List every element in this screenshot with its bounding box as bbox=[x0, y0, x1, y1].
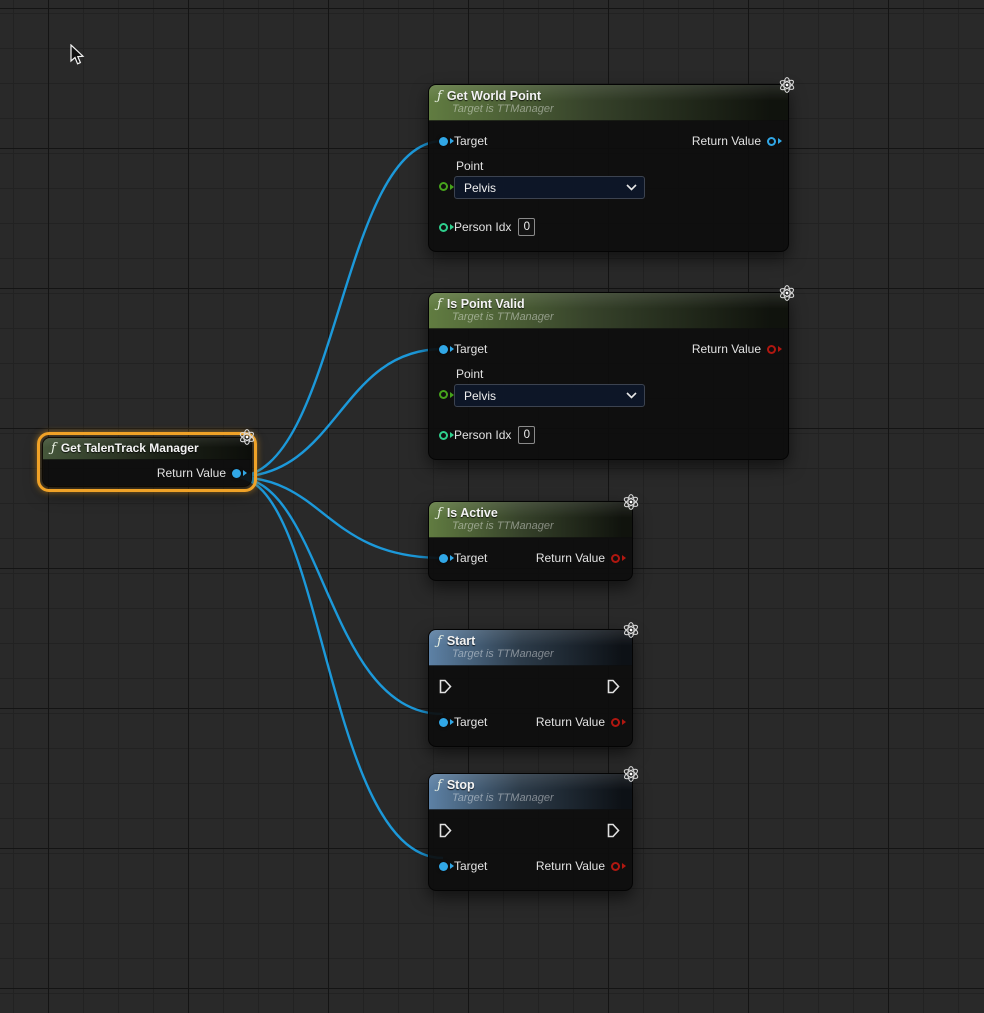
person-idx-input[interactable]: 0 bbox=[518, 218, 535, 236]
node-subtitle: Target is TTManager bbox=[452, 103, 780, 115]
node-header[interactable]: ƒ Is Point Valid Target is TTManager bbox=[429, 293, 788, 329]
node-header[interactable]: ƒ Get World Point Target is TTManager bbox=[429, 85, 788, 121]
pin-label: Target bbox=[454, 551, 487, 565]
point-dropdown[interactable]: Pelvis bbox=[454, 176, 645, 199]
dropdown-value: Pelvis bbox=[464, 181, 496, 195]
pin-label: Return Value bbox=[692, 134, 761, 148]
node-stop[interactable]: ƒ Stop Target is TTManager Target bbox=[428, 773, 633, 891]
node-subtitle: Target is TTManager bbox=[452, 311, 780, 323]
target-pin[interactable] bbox=[439, 137, 448, 146]
point-pin[interactable] bbox=[439, 390, 448, 399]
target-pin[interactable] bbox=[439, 345, 448, 354]
function-icon: ƒ bbox=[437, 779, 442, 792]
reflection-sphere-icon bbox=[622, 493, 640, 511]
function-icon: ƒ bbox=[51, 442, 56, 455]
point-dropdown[interactable]: Pelvis bbox=[454, 384, 645, 407]
node-title: Get TalenTrack Manager bbox=[61, 441, 199, 455]
node-subtitle: Target is TTManager bbox=[452, 520, 624, 532]
reflection-sphere-icon bbox=[778, 284, 796, 302]
node-is-active[interactable]: ƒ Is Active Target is TTManager Target R… bbox=[428, 501, 633, 581]
pin-label: Return Value bbox=[536, 715, 605, 729]
function-icon: ƒ bbox=[437, 298, 442, 311]
node-title: Is Active bbox=[447, 506, 498, 520]
node-header[interactable]: ƒ Is Active Target is TTManager bbox=[429, 502, 632, 538]
exec-in-pin[interactable] bbox=[439, 823, 452, 838]
function-icon: ƒ bbox=[437, 90, 442, 103]
node-header[interactable]: ƒ Start Target is TTManager bbox=[429, 630, 632, 666]
dropdown-value: Pelvis bbox=[464, 389, 496, 403]
node-header[interactable]: ƒ Get TalenTrack Manager bbox=[43, 438, 251, 460]
pin-label: Target bbox=[454, 715, 487, 729]
pin-label: Return Value bbox=[157, 466, 226, 480]
pin-label: Person Idx bbox=[454, 220, 511, 234]
pin-label: Point bbox=[456, 159, 645, 173]
reflection-sphere-icon bbox=[238, 428, 256, 446]
return-value-pin[interactable] bbox=[767, 345, 776, 354]
node-start[interactable]: ƒ Start Target is TTManager Target bbox=[428, 629, 633, 747]
person-idx-pin[interactable] bbox=[439, 223, 448, 232]
pin-label: Target bbox=[454, 859, 487, 873]
wire[interactable] bbox=[235, 477, 443, 714]
pin-label: Person Idx bbox=[454, 428, 511, 442]
wire[interactable] bbox=[235, 141, 443, 477]
point-pin[interactable] bbox=[439, 182, 448, 191]
node-is-point-valid[interactable]: ƒ Is Point Valid Target is TTManager Tar… bbox=[428, 292, 789, 460]
exec-in-pin[interactable] bbox=[439, 679, 452, 694]
return-value-pin[interactable] bbox=[611, 718, 620, 727]
target-pin[interactable] bbox=[439, 554, 448, 563]
pin-label: Target bbox=[454, 342, 487, 356]
pin-label: Point bbox=[456, 367, 645, 381]
chevron-down-icon bbox=[626, 392, 637, 399]
reflection-sphere-icon bbox=[622, 621, 640, 639]
person-idx-pin[interactable] bbox=[439, 431, 448, 440]
function-icon: ƒ bbox=[437, 507, 442, 520]
node-title: Stop bbox=[447, 778, 475, 792]
node-get-talentrack-manager[interactable]: ƒ Get TalenTrack Manager Return Value bbox=[42, 437, 252, 487]
pin-label: Return Value bbox=[692, 342, 761, 356]
node-header[interactable]: ƒ Stop Target is TTManager bbox=[429, 774, 632, 810]
return-value-pin[interactable] bbox=[611, 554, 620, 563]
exec-out-pin[interactable] bbox=[607, 679, 620, 694]
node-title: Start bbox=[447, 634, 475, 648]
reflection-sphere-icon bbox=[622, 765, 640, 783]
node-title: Is Point Valid bbox=[447, 297, 525, 311]
pin-label: Target bbox=[454, 134, 487, 148]
wire[interactable] bbox=[235, 349, 443, 477]
node-subtitle: Target is TTManager bbox=[452, 792, 624, 804]
pin-label: Return Value bbox=[536, 551, 605, 565]
return-value-pin[interactable] bbox=[232, 469, 241, 478]
reflection-sphere-icon bbox=[778, 76, 796, 94]
pin-label: Return Value bbox=[536, 859, 605, 873]
exec-out-pin[interactable] bbox=[607, 823, 620, 838]
return-value-pin[interactable] bbox=[767, 137, 776, 146]
wire[interactable] bbox=[235, 477, 443, 858]
target-pin[interactable] bbox=[439, 718, 448, 727]
target-pin[interactable] bbox=[439, 862, 448, 871]
node-get-world-point[interactable]: ƒ Get World Point Target is TTManager Ta… bbox=[428, 84, 789, 252]
return-value-pin[interactable] bbox=[611, 862, 620, 871]
blueprint-graph-canvas[interactable]: ƒ Get World Point Target is TTManager Ta… bbox=[0, 0, 984, 1013]
node-subtitle: Target is TTManager bbox=[452, 648, 624, 660]
person-idx-input[interactable]: 0 bbox=[518, 426, 535, 444]
node-title: Get World Point bbox=[447, 89, 541, 103]
chevron-down-icon bbox=[626, 184, 637, 191]
function-icon: ƒ bbox=[437, 635, 442, 648]
